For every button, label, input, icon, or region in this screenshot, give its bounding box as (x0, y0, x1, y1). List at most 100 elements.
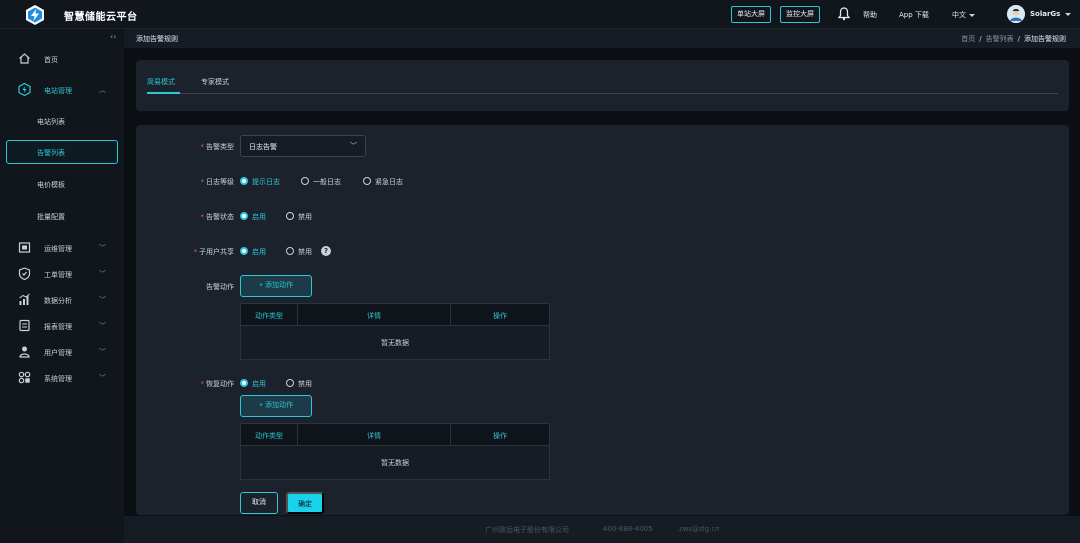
avatar[interactable] (1007, 5, 1025, 23)
system-icon (18, 371, 31, 384)
user-icon (19, 346, 30, 358)
language-selector[interactable]: 中文 (952, 10, 975, 20)
recovery-action-table: 动作类型 详情 操作 暂无数据 (240, 423, 550, 480)
sidebar-item-station-management[interactable]: 电站管理 ︿ (0, 79, 124, 101)
column-header-action-type: 动作类型 (255, 432, 283, 440)
page-title: 添加告警规则 (136, 35, 178, 43)
report-icon (19, 319, 30, 332)
chevron-down-icon: ﹀ (99, 374, 106, 382)
chevron-down-icon: ﹀ (99, 244, 106, 252)
column-header-details: 详情 (367, 312, 381, 320)
single-station-screen-button[interactable]: 单站大屏 (731, 6, 771, 23)
sidebar-item-label: 用户管理 (44, 349, 72, 357)
footer-email: zws@zlg.cn (679, 525, 720, 533)
sidebar-item-label: 运维管理 (44, 245, 72, 253)
radio-recovery-enable[interactable]: 启用 (240, 379, 266, 389)
logo-icon (26, 5, 44, 25)
sidebar-item-system[interactable]: 系统管理 ﹀ (0, 367, 124, 389)
sidebar-item-work-order[interactable]: 工单管理 ﹀ (0, 263, 124, 285)
chevron-down-icon: ﹀ (99, 296, 106, 304)
breadcrumb-home[interactable]: 首页 (961, 35, 975, 43)
column-header-operation: 操作 (493, 432, 507, 440)
sidebar: ‹‹ 首页 电站管理 ︿ 电站列表 告警列表 电价模板 批量配置 运维管理 ﹀ … (0, 29, 124, 543)
breadcrumb-separator: / (1017, 35, 1020, 43)
sidebar-subitem-alarm-list[interactable]: 告警列表 (6, 140, 118, 164)
radio-checked-icon (240, 379, 248, 387)
radio-alarm-status-disable[interactable]: 禁用 (286, 212, 312, 222)
sidebar-subitem-batch-config[interactable]: 批量配置 (6, 204, 118, 228)
sidebar-subitem-station-list[interactable]: 电站列表 (6, 109, 118, 133)
alarm-action-table: 动作类型 详情 操作 暂无数据 (240, 303, 550, 360)
top-header: 智慧储能云平台 单站大屏 监控大屏 帮助 App 下载 中文 SolarGs (0, 0, 1080, 29)
recovery-action-label: * 恢复动作 (200, 380, 235, 388)
column-header-details: 详情 (367, 432, 381, 440)
footer-company: 广州致远电子股份有限公司 (485, 526, 569, 534)
alarm-rule-form: * 告警类型 日志告警 ﹀ * 日志等级 提示日志 一般日志 紧急日志 * 告警状态 … (136, 125, 1069, 515)
sidebar-item-home[interactable]: 首页 (0, 48, 124, 70)
empty-table-text: 暂无数据 (381, 459, 409, 467)
chevron-down-icon: ﹀ (99, 270, 106, 278)
breadcrumb-current: 添加告警规则 (1024, 35, 1066, 43)
sidebar-item-label: 电站管理 (44, 87, 72, 95)
add-alarm-action-button[interactable]: + 添加动作 (240, 275, 312, 297)
app-download-link[interactable]: App 下载 (899, 10, 929, 20)
chart-icon (19, 293, 30, 305)
column-header-action-type: 动作类型 (255, 312, 283, 320)
chevron-up-icon: ︿ (99, 86, 106, 94)
sidebar-subitem-label: 批量配置 (37, 213, 65, 221)
monitor-screen-button[interactable]: 监控大屏 (780, 6, 820, 23)
table-header: 动作类型 详情 操作 (241, 424, 549, 446)
help-icon[interactable]: ? (321, 246, 331, 256)
radio-unchecked-icon (363, 177, 371, 185)
sidebar-item-report[interactable]: 报表管理 ﹀ (0, 315, 124, 337)
add-recovery-action-button[interactable]: + 添加动作 (240, 395, 312, 417)
bell-icon[interactable] (838, 7, 850, 21)
collapse-sidebar-icon[interactable]: ‹‹ (110, 32, 116, 41)
sidebar-item-user[interactable]: 用户管理 ﹀ (0, 341, 124, 363)
user-menu[interactable]: SolarGs (1030, 10, 1072, 18)
sidebar-item-label: 报表管理 (44, 323, 72, 331)
home-icon (19, 53, 30, 64)
radio-recovery-disable[interactable]: 禁用 (286, 379, 312, 389)
sidebar-item-label: 数据分析 (44, 297, 72, 305)
user-avatar-icon (1007, 5, 1025, 23)
column-header-operation: 操作 (493, 312, 507, 320)
alarm-type-select[interactable]: 日志告警 ﹀ (240, 135, 366, 157)
radio-share-disable[interactable]: 禁用 (286, 247, 312, 257)
radio-checked-icon (240, 212, 248, 220)
confirm-button[interactable]: 确定 (286, 492, 324, 514)
radio-alarm-status-enable[interactable]: 启用 (240, 212, 266, 222)
radio-log-level-urgent[interactable]: 紧急日志 (363, 177, 403, 187)
tab-expert-mode[interactable]: 专家模式 (201, 77, 229, 87)
alarm-type-value: 日志告警 (249, 143, 277, 151)
chevron-down-icon (969, 13, 975, 17)
sidebar-subitem-label: 电站列表 (37, 118, 65, 126)
radio-log-level-normal[interactable]: 一般日志 (301, 177, 341, 187)
footer-phone: 400-888-4005 (603, 525, 653, 533)
sidebar-item-maintenance[interactable]: 运维管理 ﹀ (0, 237, 124, 259)
alarm-type-label: * 告警类型 (200, 143, 235, 151)
chevron-down-icon: ﹀ (99, 322, 106, 330)
radio-unchecked-icon (286, 247, 294, 255)
breadcrumb-alarm-list[interactable]: 告警列表 (986, 35, 1014, 43)
power-station-icon (18, 83, 31, 96)
radio-share-enable[interactable]: 启用 (240, 247, 266, 257)
radio-unchecked-icon (301, 177, 309, 185)
radio-checked-icon (240, 247, 248, 255)
empty-table-text: 暂无数据 (381, 339, 409, 347)
sidebar-subitem-price-template[interactable]: 电价模板 (6, 172, 118, 196)
sidebar-item-data-analysis[interactable]: 数据分析 ﹀ (0, 289, 124, 311)
sidebar-subitem-label: 告警列表 (37, 149, 65, 157)
mode-tabs-card: 简易模式 专家模式 (136, 60, 1069, 111)
radio-checked-icon (240, 177, 248, 185)
radio-log-level-info[interactable]: 提示日志 (240, 177, 280, 187)
work-order-icon (18, 267, 31, 280)
tab-simple-mode[interactable]: 简易模式 (147, 77, 175, 87)
breadcrumb-separator: / (979, 35, 982, 43)
table-header: 动作类型 详情 操作 (241, 304, 549, 326)
chevron-down-icon: ﹀ (99, 348, 106, 356)
breadcrumb-bar: 添加告警规则 首页 / 告警列表 / 添加告警规则 (124, 29, 1080, 48)
cancel-button[interactable]: 取消 (240, 492, 278, 514)
help-link[interactable]: 帮助 (863, 10, 877, 20)
tab-divider (147, 93, 1058, 94)
